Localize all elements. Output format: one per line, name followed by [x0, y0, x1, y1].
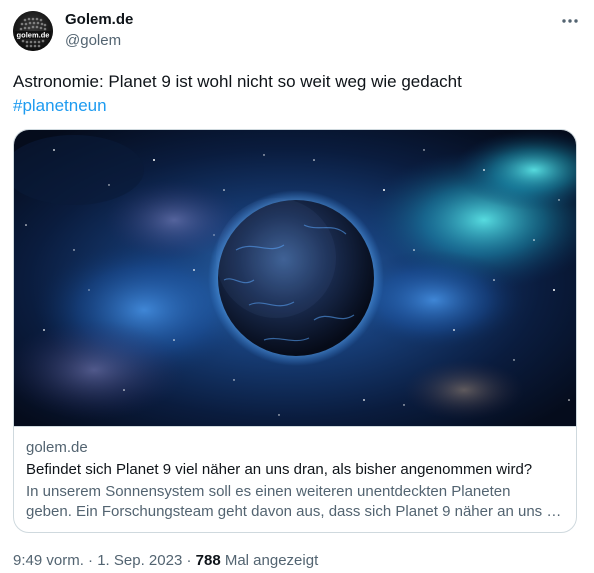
tweet-body: Astronomie: Planet 9 ist wohl nicht so w… — [13, 72, 462, 91]
meta-separator: · — [83, 552, 98, 569]
golem-logo-icon: golem.de — [13, 11, 53, 51]
card-description: In unserem Sonnensystem soll es einen we… — [26, 482, 566, 522]
author-handle[interactable]: @golem — [65, 32, 121, 49]
card-image — [14, 130, 576, 426]
tweet-time[interactable]: 9:49 vorm. — [13, 552, 84, 569]
card-title: Befindet sich Planet 9 viel näher an uns… — [26, 461, 533, 478]
tweet-meta: 9:49 vorm. · 1. Sep. 2023 · 788 Mal ange… — [13, 552, 318, 569]
card-domain: golem.de — [26, 439, 88, 456]
tweet-text: Astronomie: Planet 9 ist wohl nicht so w… — [13, 70, 573, 118]
tweet-date[interactable]: 1. Sep. 2023 — [97, 552, 182, 569]
more-options-button[interactable] — [556, 10, 584, 32]
more-horizontal-icon — [562, 19, 578, 23]
card-description-line: In unserem Sonnensystem soll es einen we… — [26, 483, 511, 500]
planet-space-image — [14, 130, 576, 426]
card-divider — [14, 426, 576, 427]
views-label: Mal angezeigt — [220, 552, 319, 569]
views-count: 788 — [195, 552, 221, 569]
avatar-logo-text: golem.de — [17, 31, 50, 40]
meta-separator: · — [182, 552, 196, 569]
author-name[interactable]: Golem.de — [65, 11, 133, 28]
hashtag-link[interactable]: #planetneun — [13, 94, 107, 118]
link-preview-card[interactable]: golem.de Befindet sich Planet 9 viel näh… — [13, 129, 577, 533]
tweet: golem.de Golem.de @golem Astronomie: Pla… — [0, 0, 594, 573]
card-description-line: geben. Ein Forschungsteam geht davon aus… — [26, 503, 562, 520]
author-avatar[interactable]: golem.de — [13, 11, 53, 51]
